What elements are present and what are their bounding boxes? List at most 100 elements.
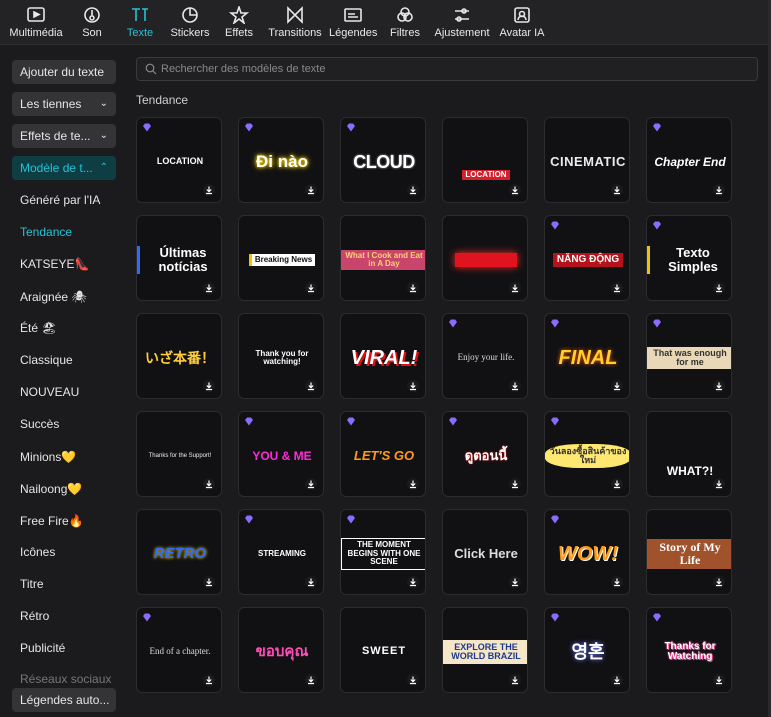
sidebar-item-social[interactable]: Réseaux sociaux [20,672,111,686]
template-card[interactable]: That was enough for me [646,313,732,399]
download-icon[interactable] [203,478,215,490]
download-icon[interactable] [713,184,725,196]
sidebar-item-trending[interactable]: Tendance [20,225,72,239]
template-card[interactable] [442,215,528,301]
sidebar-item-advertising[interactable]: Publicité [20,641,65,655]
template-card[interactable]: Đi nào [238,117,324,203]
download-icon[interactable] [611,576,623,588]
sidebar-item-nailoong[interactable]: Nailoong💛 [20,482,82,496]
download-icon[interactable] [203,380,215,392]
auto-captions-button[interactable]: Légendes auto... [12,688,116,712]
download-icon[interactable] [713,478,725,490]
sidebar-item-ai-generated[interactable]: Généré par l'IA [20,193,100,207]
download-icon[interactable] [407,478,419,490]
download-icon[interactable] [713,380,725,392]
template-card[interactable]: ดูตอนนี้ [442,411,528,497]
template-card[interactable]: SWEET [340,607,426,693]
download-icon[interactable] [305,576,317,588]
sidebar-item-new[interactable]: NOUVEAU [20,385,79,399]
download-icon[interactable] [713,576,725,588]
download-icon[interactable] [203,674,215,686]
sidebar-item-retro[interactable]: Rétro [20,609,49,623]
download-icon[interactable] [305,478,317,490]
sidebar-item-title[interactable]: Titre [20,577,44,591]
template-card[interactable]: End of a chapter. [136,607,222,693]
search-input[interactable]: Rechercher des modèles de texte [136,57,758,81]
download-icon[interactable] [509,674,521,686]
tab-filtres[interactable]: Filtres [388,6,422,39]
template-card[interactable]: Últimas notícias [136,215,222,301]
download-icon[interactable] [305,184,317,196]
download-icon[interactable] [203,184,215,196]
template-card[interactable]: WOW! [544,509,630,595]
template-card[interactable]: RETRO [136,509,222,595]
sidebar-item-success[interactable]: Succès [20,417,59,431]
download-icon[interactable] [305,282,317,294]
template-card[interactable]: CLOUD [340,117,426,203]
template-card[interactable]: CINEMATIC [544,117,630,203]
download-icon[interactable] [203,282,215,294]
download-icon[interactable] [305,380,317,392]
download-icon[interactable] [611,380,623,392]
template-card[interactable]: LOCATION [136,117,222,203]
template-card[interactable]: EXPLORE THE WORLD BRAZIL [442,607,528,693]
template-card[interactable]: Thanks for Watching [646,607,732,693]
sidebar-item-free-fire[interactable]: Free Fire🔥 [20,514,84,528]
add-text-button[interactable]: Ajouter du texte [12,60,116,84]
tab-effets[interactable]: Effets [223,6,255,39]
tab-transitions[interactable]: Transitions [267,6,323,39]
sidebar-item-spider[interactable]: Araignée 🕷 [20,290,87,304]
sidebar-item-classic[interactable]: Classique [20,353,73,367]
template-card[interactable]: ขอบคุณ [238,607,324,693]
tab-avatar-ia[interactable]: Avatar IA [499,6,545,39]
template-card[interactable]: WHAT?! [646,411,732,497]
download-icon[interactable] [509,380,521,392]
tab-ajustement[interactable]: Ajustement [432,6,492,39]
download-icon[interactable] [407,674,419,686]
template-card[interactable]: YOU & ME [238,411,324,497]
sidebar-item-minions[interactable]: Minions💛 [20,450,76,464]
template-card[interactable]: Story of My Life [646,509,732,595]
sidebar-item-summer[interactable]: Été 🏖 [20,321,57,335]
template-card[interactable]: Chapter End [646,117,732,203]
template-card[interactable]: LOCATION [442,117,528,203]
template-card[interactable]: VIRAL! [340,313,426,399]
download-icon[interactable] [407,282,419,294]
download-icon[interactable] [509,184,521,196]
template-card[interactable]: 영혼 [544,607,630,693]
template-card[interactable]: THE MOMENT BEGINS WITH ONE SCENE [340,509,426,595]
template-card[interactable]: Texto Simples [646,215,732,301]
tab-texte[interactable]: Texte [124,6,156,39]
tab-son[interactable]: Son [78,6,106,39]
download-icon[interactable] [611,282,623,294]
sidebar-item-icons[interactable]: Icônes [20,545,55,559]
template-card[interactable]: Thanks for the Support! [136,411,222,497]
tab-stickers[interactable]: Stickers [170,6,210,39]
download-icon[interactable] [509,576,521,588]
template-card[interactable]: いざ本番！ [136,313,222,399]
download-icon[interactable] [407,184,419,196]
template-card[interactable]: Breaking News [238,215,324,301]
download-icon[interactable] [713,674,725,686]
download-icon[interactable] [611,674,623,686]
download-icon[interactable] [407,380,419,392]
download-icon[interactable] [713,282,725,294]
tab-legendes[interactable]: Légendes [329,6,377,39]
download-icon[interactable] [305,674,317,686]
sidebar-item-katseye[interactable]: KATSEYE👠 [20,257,89,271]
template-card[interactable]: NĂNG ĐỘNG [544,215,630,301]
tab-multimedia[interactable]: Multimédia [8,6,64,39]
text-template-dropdown[interactable]: Modèle de t... ⌃ [12,156,116,180]
download-icon[interactable] [611,478,623,490]
template-card[interactable]: FINAL [544,313,630,399]
template-card[interactable]: Enjoy your life. [442,313,528,399]
download-icon[interactable] [509,282,521,294]
template-card[interactable]: LET'S GO [340,411,426,497]
text-effects-dropdown[interactable]: Effets de te... ⌄ [12,124,116,148]
template-card[interactable]: What I Cook and Eat in A Day [340,215,426,301]
download-icon[interactable] [203,576,215,588]
download-icon[interactable] [509,478,521,490]
download-icon[interactable] [611,184,623,196]
template-card[interactable]: STREAMING [238,509,324,595]
your-own-dropdown[interactable]: Les tiennes ⌄ [12,92,116,116]
